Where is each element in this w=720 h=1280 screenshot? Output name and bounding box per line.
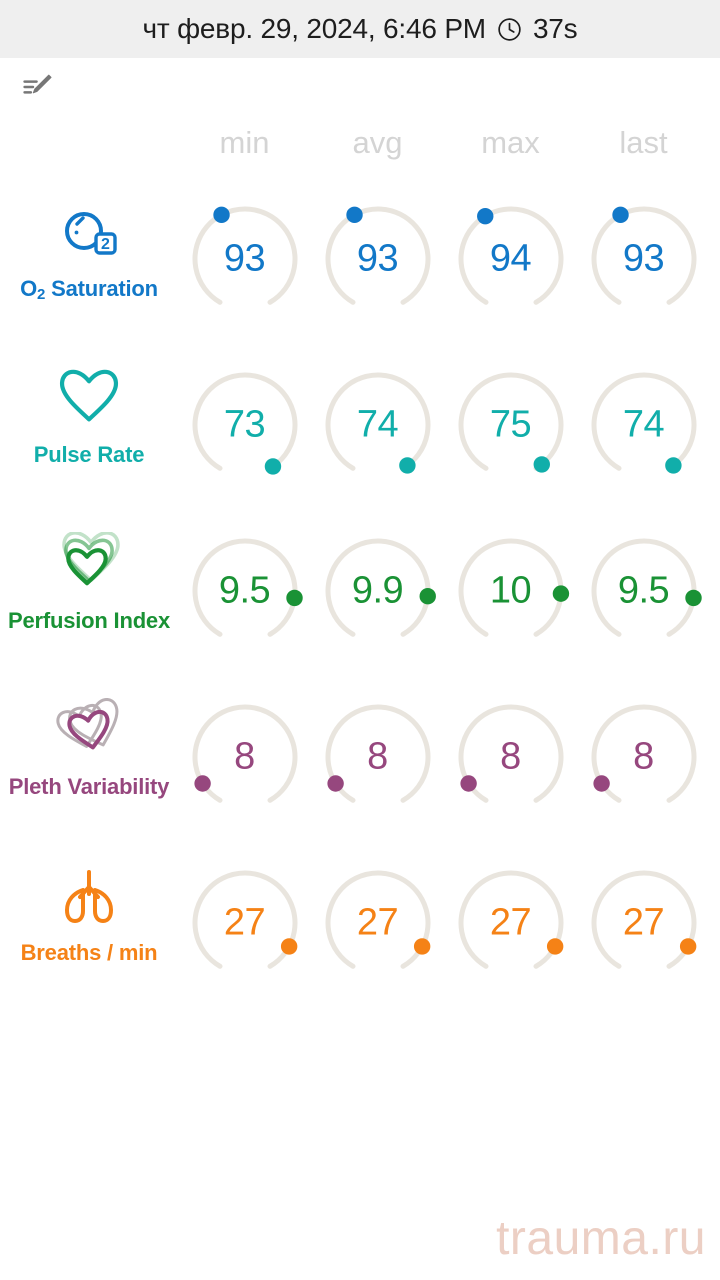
metric-name: Pulse Rate xyxy=(33,442,145,467)
gauge-value: 27 xyxy=(489,901,532,944)
metric-name: Perfusion Index xyxy=(7,608,171,633)
gauge-avg[interactable]: 27 xyxy=(311,848,444,998)
metric-label-cell: Pleth Variability xyxy=(0,668,178,834)
gauge-group: 27 27 27 27 xyxy=(178,834,710,998)
gauge-value: 93 xyxy=(223,237,266,280)
clock-icon xyxy=(496,16,523,43)
gauge-value: 9.9 xyxy=(351,569,404,612)
gauge-avg[interactable]: 8 xyxy=(311,682,444,832)
column-header-avg: avg xyxy=(352,125,403,160)
column-header-last: last xyxy=(619,125,668,160)
metric-name: Breaths / min xyxy=(20,940,158,965)
watermark: trauma.ru xyxy=(496,1212,706,1265)
gauge-avg[interactable]: 74 xyxy=(311,350,444,500)
gauge-last[interactable]: 27 xyxy=(577,848,710,998)
metric-row[interactable]: Pleth Variability 8 8 8 8 xyxy=(0,668,720,834)
metric-row[interactable]: Breaths / min 27 27 27 27 xyxy=(0,834,720,1000)
session-duration: 37s xyxy=(532,13,578,44)
gauge-value: 75 xyxy=(489,403,532,446)
metric-name-prefix: O xyxy=(20,275,38,301)
gauge-min[interactable]: 93 xyxy=(178,184,311,334)
gauge-avg[interactable]: 93 xyxy=(311,184,444,334)
lungs-icon xyxy=(52,864,126,934)
nested-hearts-icon xyxy=(52,532,126,602)
svg-text:2: 2 xyxy=(101,236,110,253)
metric-row[interactable]: Perfusion Index 9.5 9.9 10 9.5 xyxy=(0,502,720,668)
edit-note-button[interactable] xyxy=(16,67,60,111)
metric-name-subscript: 2 xyxy=(37,285,46,303)
gauge-value: 94 xyxy=(489,237,532,280)
gauge-min[interactable]: 9.5 xyxy=(178,516,311,666)
gauge-max[interactable]: 8 xyxy=(444,682,577,832)
oxygen-molecule-icon: 2 xyxy=(52,200,126,270)
metric-name: Pleth Variability xyxy=(8,774,170,799)
gauge-max[interactable]: 27 xyxy=(444,848,577,998)
gauge-max[interactable]: 94 xyxy=(444,184,577,334)
metric-label-cell: Pulse Rate xyxy=(0,336,178,502)
gauge-value: 9.5 xyxy=(218,569,271,612)
metric-row[interactable]: 2 O2 Saturation 93 93 94 93 xyxy=(0,170,720,336)
overlapping-hearts-icon xyxy=(52,698,126,768)
metric-label-cell: Breaths / min xyxy=(0,834,178,1000)
gauge-group: 9.5 9.9 10 9.5 xyxy=(178,502,710,666)
gauge-group: 73 74 75 74 xyxy=(178,336,710,500)
gauge-value: 74 xyxy=(622,403,665,446)
metric-label-cell: Perfusion Index xyxy=(0,502,178,668)
column-header-max: max xyxy=(481,125,540,160)
gauge-avg[interactable]: 9.9 xyxy=(311,516,444,666)
column-headers: min avg max last xyxy=(0,120,720,166)
gauge-group: 93 93 94 93 xyxy=(178,170,710,334)
gauge-value: 27 xyxy=(356,901,399,944)
gauge-value: 10 xyxy=(489,569,532,612)
gauge-value: 8 xyxy=(500,735,521,778)
gauge-max[interactable]: 75 xyxy=(444,350,577,500)
gauge-min[interactable]: 73 xyxy=(178,350,311,500)
gauge-min[interactable]: 8 xyxy=(178,682,311,832)
metrics-table: 2 O2 Saturation 93 93 94 93 Pulse Rate 73 74 75 74… xyxy=(0,166,720,1000)
gauge-max[interactable]: 10 xyxy=(444,516,577,666)
gauge-last[interactable]: 8 xyxy=(577,682,710,832)
gauge-value: 93 xyxy=(356,237,399,280)
gauge-value: 27 xyxy=(223,901,266,944)
gauge-value: 8 xyxy=(367,735,388,778)
metric-label-cell: 2 O2 Saturation xyxy=(0,170,178,336)
gauge-value: 8 xyxy=(633,735,654,778)
metric-name-suffix: Saturation xyxy=(45,275,158,301)
gauge-last[interactable]: 93 xyxy=(577,184,710,334)
heart-outline-icon xyxy=(52,366,126,436)
gauge-last[interactable]: 74 xyxy=(577,350,710,500)
title-bar: чт февр. 29, 2024, 6:46 PM 37s xyxy=(0,0,720,58)
edit-note-icon xyxy=(21,70,55,109)
gauge-value: 74 xyxy=(356,403,399,446)
gauge-value: 8 xyxy=(234,735,255,778)
gauge-group: 8 8 8 8 xyxy=(178,668,710,832)
gauge-value: 73 xyxy=(223,403,266,446)
gauge-value: 93 xyxy=(622,237,665,280)
gauge-last[interactable]: 9.5 xyxy=(577,516,710,666)
gauge-value: 27 xyxy=(622,901,665,944)
gauge-min[interactable]: 27 xyxy=(178,848,311,998)
column-header-min: min xyxy=(219,125,270,160)
session-datetime: чт февр. 29, 2024, 6:46 PM xyxy=(142,13,487,44)
toolbar xyxy=(0,58,720,120)
metric-name: O2 Saturation xyxy=(20,276,158,303)
metric-row[interactable]: Pulse Rate 73 74 75 74 xyxy=(0,336,720,502)
gauge-value: 9.5 xyxy=(617,569,670,612)
